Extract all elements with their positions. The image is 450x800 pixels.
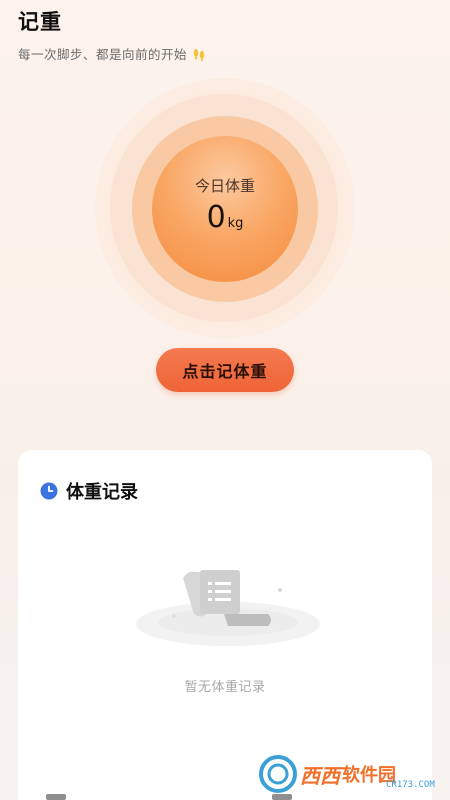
- weight-circle: 今日体重 0 kg: [152, 136, 298, 282]
- today-weight-readout: 0 kg: [207, 200, 244, 235]
- record-weight-button[interactable]: 点击记体重: [156, 348, 294, 392]
- watermark-logo: 西西 软件园 CR173.COM: [258, 750, 448, 798]
- weight-records-title: 体重记录: [66, 482, 138, 503]
- page-subtitle: 每一次脚步、都是向前的开始: [18, 47, 188, 62]
- footprints-icon: [191, 47, 207, 61]
- tab-hint-right: [272, 794, 292, 800]
- weight-records-header: 体重记录: [40, 478, 138, 504]
- page-subtitle-row: 每一次脚步、都是向前的开始: [18, 44, 207, 63]
- today-weight-unit: kg: [227, 216, 244, 231]
- tab-hint-left: [46, 794, 66, 800]
- page-title: 记重: [18, 10, 62, 34]
- today-weight-value: 0: [206, 200, 226, 235]
- today-weight-label: 今日体重: [194, 177, 255, 195]
- watermark-site: CR173.COM: [386, 780, 435, 790]
- empty-records-illustration: [128, 560, 328, 650]
- empty-records-text: 暂无体重记录: [184, 680, 266, 695]
- page-header: 记重 每一次脚步、都是向前的开始: [18, 6, 207, 63]
- watermark-swirl-icon: [259, 755, 297, 793]
- weight-records-card: 体重记录 暂无体重记录: [18, 450, 432, 800]
- clock-icon: [40, 482, 58, 500]
- watermark-brand: 西西: [300, 763, 340, 788]
